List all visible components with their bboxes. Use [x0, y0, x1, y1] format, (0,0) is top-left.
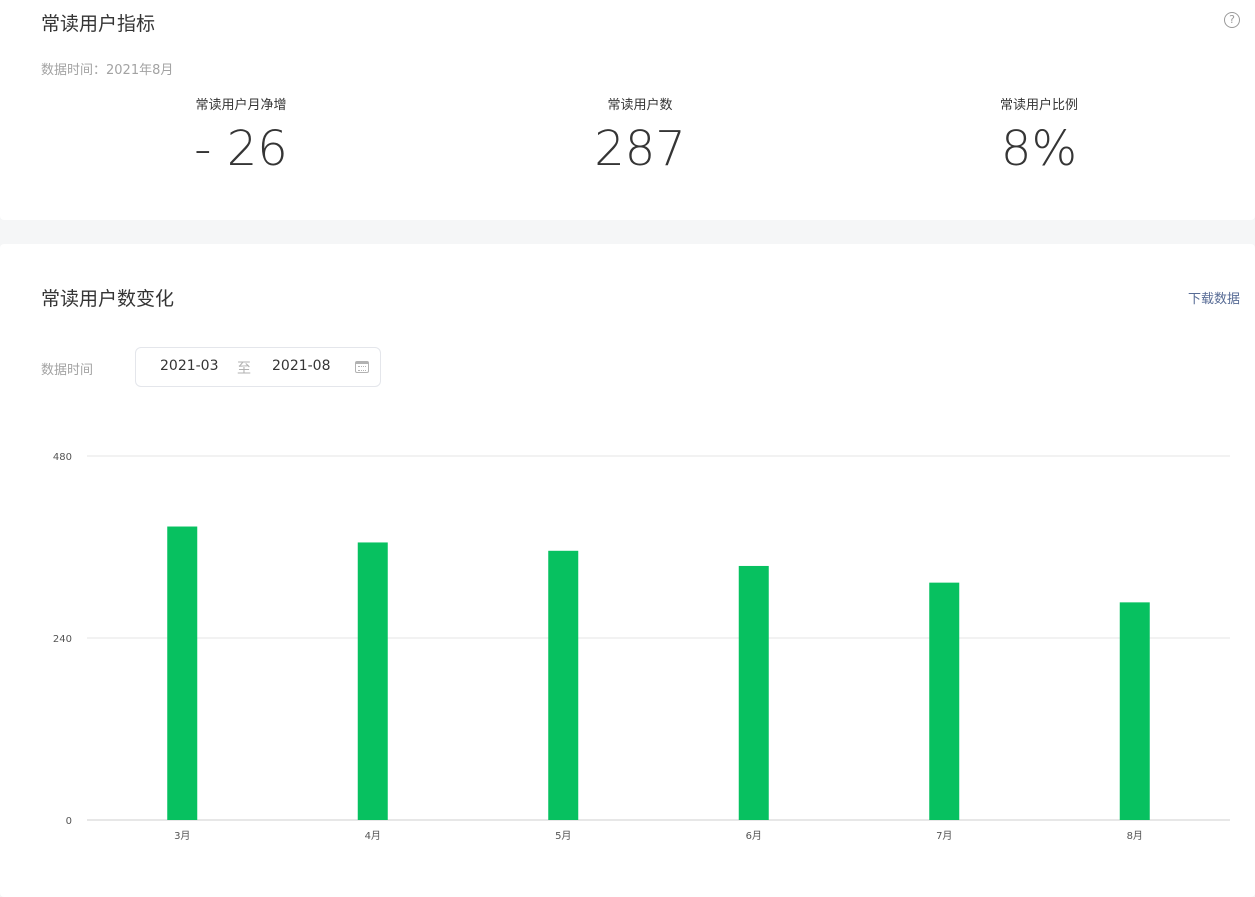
x-tick-label: 5月	[555, 830, 571, 842]
metric-label: 常读用户比例	[999, 98, 1078, 113]
x-tick-label: 6月	[746, 830, 762, 842]
metric-value: - 26	[194, 121, 288, 177]
x-tick-label: 4月	[365, 830, 381, 842]
metric-value: 8%	[1000, 121, 1078, 177]
x-tick-label: 8月	[1127, 830, 1143, 842]
metrics-card: 常读用户指标 ? 数据时间：2021年8月 常读用户月净增 - 26 常读用户数…	[0, 0, 1255, 220]
bar	[357, 542, 388, 820]
y-tick-label: 240	[53, 634, 72, 645]
metrics-title: 常读用户指标	[41, 13, 156, 35]
bar	[548, 550, 579, 820]
metrics-data-time: 数据时间：2021年8月	[41, 63, 174, 78]
bar	[929, 582, 960, 820]
trend-card: 常读用户数变化 下载数据 数据时间 2021-03 至 2021-08 0 240…	[0, 244, 1255, 897]
metric-label: 常读用户月净增	[195, 98, 287, 113]
y-tick-label: 0	[66, 816, 72, 827]
metric-user-count: 常读用户数 287	[490, 94, 790, 177]
bar	[167, 526, 198, 820]
y-tick-label: 480	[53, 452, 72, 463]
metric-label: 常读用户数	[607, 98, 673, 113]
x-tick-label: 7月	[936, 830, 952, 842]
metric-value: 287	[594, 121, 686, 177]
x-tick-label: 3月	[174, 830, 190, 842]
metric-net-increase: 常读用户月净增 - 26	[91, 94, 391, 177]
bar	[1119, 602, 1150, 820]
question-circle-icon[interactable]: ?	[1224, 12, 1240, 28]
bar	[738, 565, 769, 820]
bar-chart: 0 240 480 3月 4月 5月 6月 7月 8月	[53, 452, 1230, 842]
metric-user-ratio: 常读用户比例 8%	[889, 94, 1189, 177]
